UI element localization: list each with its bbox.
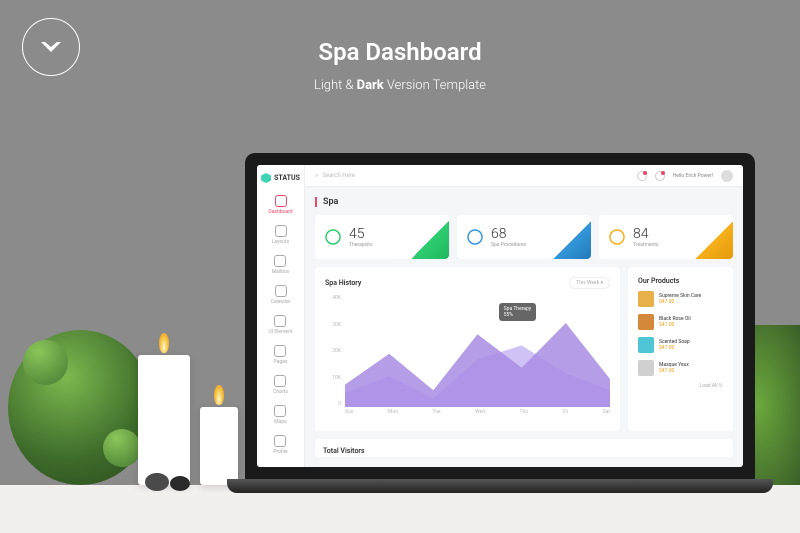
cart-icon[interactable] (637, 171, 647, 181)
product-item[interactable]: Masque Yeux$47.00 (638, 360, 723, 376)
stat-triangle (553, 221, 591, 259)
avatar[interactable] (721, 170, 733, 182)
nav-icon (274, 255, 286, 267)
product-item[interactable]: Supreme Skin Care$47.00 (638, 291, 723, 307)
nav-icon (274, 315, 286, 327)
nav-icon (274, 405, 286, 417)
product-image (638, 360, 654, 376)
sidebar: STATUS Dashboard Layouts Mailbox Calendar UI… (257, 165, 305, 467)
stat-card-spa-procedures[interactable]: 68Spa Procedures (457, 215, 591, 259)
stat-card-treatments[interactable]: 84Treatments (599, 215, 733, 259)
load-more-link[interactable]: Load All ↻ (638, 383, 723, 389)
products-title: Our Products (638, 277, 723, 285)
sidebar-item-charts[interactable]: Charts (273, 375, 288, 395)
brand-text: STATUS (274, 174, 300, 182)
sidebar-item-dashboard[interactable]: Dashboard (268, 195, 292, 215)
sidebar-item-mailbox[interactable]: Mailbox (272, 255, 290, 275)
brand-badge (22, 18, 80, 76)
nav-icon (274, 435, 286, 447)
product-image (638, 314, 654, 330)
candle-small (200, 407, 238, 485)
area-chart[interactable]: 40K30K20K10K0 Spa Therapy55% (325, 295, 610, 421)
hero-subtitle: Light & Dark Version Template (314, 78, 486, 93)
stat-triangle (695, 221, 733, 259)
stat-icon (607, 227, 627, 247)
stone-decor (145, 473, 169, 491)
sidebar-item-calendar[interactable]: Calendar (271, 285, 291, 305)
topbar: ⌕ Search Here Hello Erick Power! (305, 165, 743, 187)
nav-icon (274, 345, 286, 357)
product-image (638, 291, 654, 307)
stat-icon (465, 227, 485, 247)
chart-tooltip: Spa Therapy55% (499, 303, 537, 321)
chart-card: Spa History This Week ▾ 40K30K20K10K0 (315, 267, 620, 431)
visitors-card: Total Visitors (315, 439, 733, 457)
notification-icon[interactable] (655, 171, 665, 181)
stat-card-therapists[interactable]: 45Therapists (315, 215, 449, 259)
visitors-title: Total Visitors (323, 447, 725, 455)
product-image (638, 337, 654, 353)
nav-icon (275, 195, 287, 207)
user-greeting: Hello Erick Power! (673, 173, 713, 179)
stat-triangle (411, 221, 449, 259)
page-title: Spa (315, 197, 733, 207)
products-card: Our Products Supreme Skin Care$47.00 Blac… (628, 267, 733, 431)
dashboard-app: STATUS Dashboard Layouts Mailbox Calendar UI… (257, 165, 743, 467)
sidebar-item-profile[interactable]: Profile (273, 435, 287, 455)
laptop-mockup: STATUS Dashboard Layouts Mailbox Calendar UI… (245, 153, 755, 493)
sidebar-item-pages[interactable]: Pages (274, 345, 288, 365)
sidebar-item-maps[interactable]: Maps (274, 405, 286, 425)
search-input[interactable]: ⌕ Search Here (315, 172, 629, 180)
chart-title: Spa History (325, 279, 361, 287)
search-icon: ⌕ (315, 172, 318, 180)
product-item[interactable]: Black Rose Oil$47.00 (638, 314, 723, 330)
nav-icon (275, 285, 287, 297)
sidebar-item-ui-element[interactable]: UI Element (269, 315, 293, 335)
product-item[interactable]: Scented Soap$47.00 (638, 337, 723, 353)
plant-decor (8, 330, 153, 485)
hero-title: Spa Dashboard (318, 38, 481, 66)
stone-decor (170, 476, 190, 491)
sidebar-item-layouts[interactable]: Layouts (272, 225, 290, 245)
logo-icon (261, 173, 271, 183)
candle-large (138, 355, 190, 485)
nav-icon (275, 225, 287, 237)
nav-icon (274, 375, 286, 387)
chart-filter-dropdown[interactable]: This Week ▾ (569, 277, 610, 289)
stat-icon (323, 227, 343, 247)
logo[interactable]: STATUS (261, 173, 300, 183)
